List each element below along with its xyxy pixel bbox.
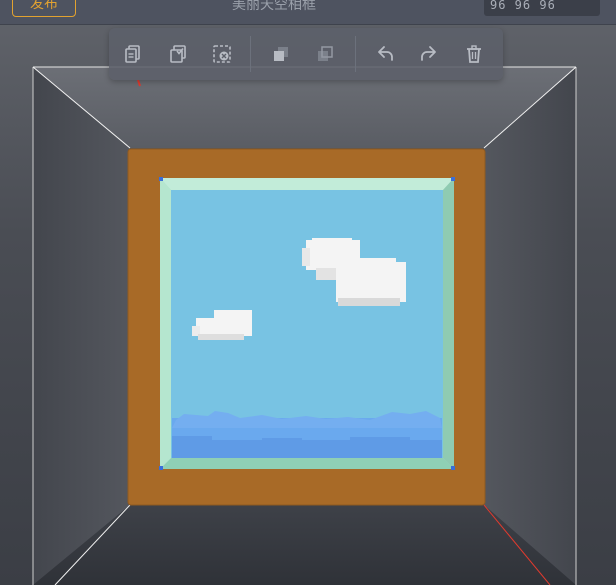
- toolbar-divider: [355, 36, 356, 72]
- publish-button[interactable]: 发布: [12, 0, 76, 17]
- undo-button[interactable]: [369, 38, 401, 70]
- bring-forward-icon: [274, 47, 288, 61]
- trash-icon: [467, 45, 481, 63]
- scene-title: 美丽天空相框: [232, 0, 316, 13]
- paste-check-icon: [170, 45, 186, 63]
- toolbar-divider: [250, 36, 251, 72]
- 3d-viewport[interactable]: [0, 0, 616, 585]
- edit-toolbar: [109, 28, 503, 80]
- undo-icon: [378, 46, 393, 61]
- send-backward-icon: [318, 46, 333, 61]
- clear-selection-icon: [213, 45, 231, 63]
- delete-button[interactable]: [458, 38, 490, 70]
- scene-canvas[interactable]: [0, 0, 616, 585]
- bring-forward-button[interactable]: [265, 38, 297, 70]
- copy-icon: [125, 45, 140, 63]
- size-input[interactable]: 96 96 96: [484, 0, 600, 16]
- clear-selection-button[interactable]: [206, 38, 238, 70]
- redo-icon: [421, 46, 436, 61]
- picture-frame[interactable]: [127, 148, 486, 506]
- top-bar: 发布 美丽天空相框 96 96 96: [0, 0, 616, 25]
- send-backward-button[interactable]: [309, 38, 341, 70]
- paste-button[interactable]: [162, 38, 194, 70]
- copy-button[interactable]: [117, 38, 149, 70]
- redo-button[interactable]: [413, 38, 445, 70]
